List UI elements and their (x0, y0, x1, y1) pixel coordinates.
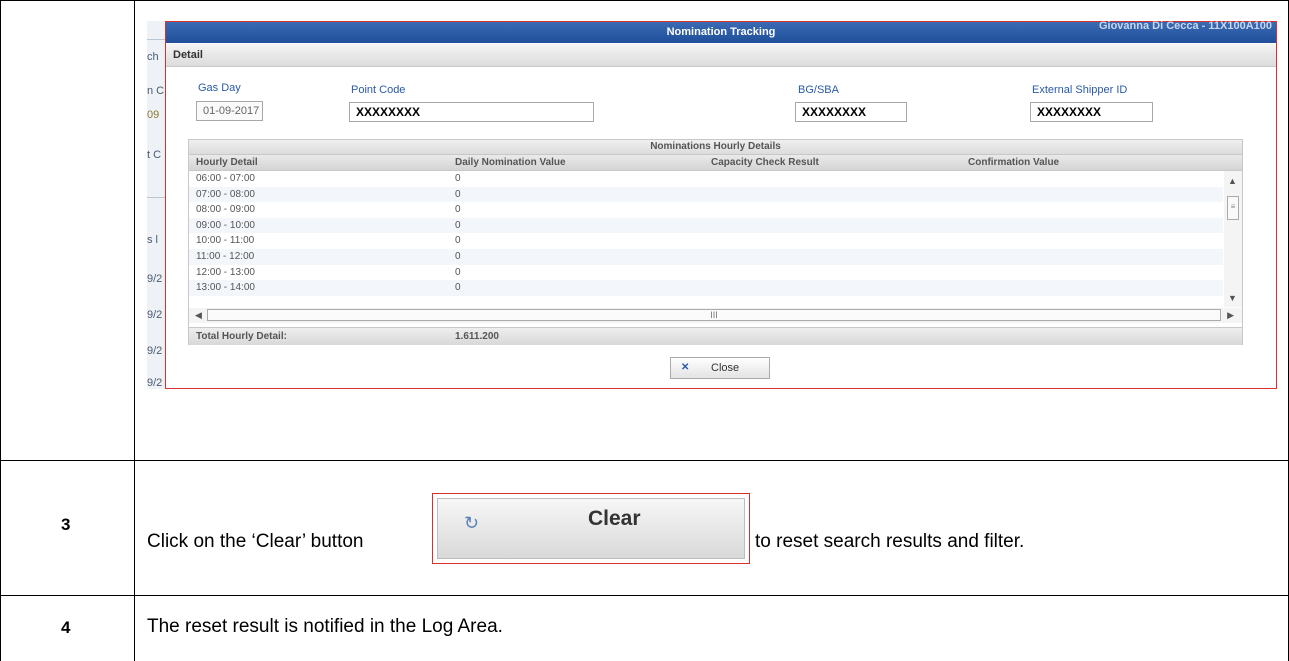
current-user: Giovanna Di Cecca - 11X100A100 (1098, 20, 1272, 32)
clear-button-label: Clear (588, 507, 641, 530)
vertical-scrollbar[interactable]: ▲ ≡ ▼ (1224, 171, 1242, 307)
column-header-hourly-detail[interactable]: Hourly Detail (196, 155, 258, 170)
table-row[interactable]: 08:00 - 09:00 0 (189, 202, 1223, 218)
table-divider-column (134, 0, 135, 661)
cell-nomination: 0 (455, 266, 461, 278)
cell-hour: 11:00 - 12:00 (196, 251, 255, 262)
cell-nomination: 0 (455, 235, 461, 247)
bg-sba-label: BG/SBA (798, 84, 839, 96)
gas-day-label: Gas Day (198, 82, 241, 94)
cell-nomination: 0 (455, 219, 461, 231)
table-row[interactable]: 07:00 - 08:00 0 (189, 186, 1223, 203)
total-value: 1.611.200 (455, 331, 499, 342)
column-header-capacity-check[interactable]: Capacity Check Result (711, 155, 819, 170)
step-number: 3 (61, 515, 71, 534)
scroll-up-icon[interactable]: ▲ (1228, 176, 1237, 186)
step-3-text-after: to reset search results and filter. (755, 531, 1025, 552)
nomination-tracking-dialog: Nomination Tracking Giovanna Di Cecca - … (165, 20, 1277, 389)
bg-sba-field[interactable]: XXXXXXXX (795, 102, 907, 122)
table-border-left (0, 0, 1, 661)
cell-nomination: 0 (455, 282, 461, 294)
table-row-divider (0, 595, 1289, 596)
table-row[interactable]: 11:00 - 12:00 0 (189, 249, 1223, 265)
grid-header-row: Hourly Detail Daily Nomination Value Cap… (189, 154, 1242, 171)
cell-hour: 13:00 - 14:00 (196, 282, 255, 294)
clear-button[interactable]: ↻ Clear (437, 498, 745, 559)
step-4-text: The reset result is notified in the Log … (147, 616, 503, 637)
table-border-top (0, 0, 1289, 1)
table-row[interactable]: 12:00 - 13:00 0 (189, 265, 1223, 281)
point-code-field[interactable]: XXXXXXXX (349, 102, 594, 122)
scroll-right-icon[interactable]: ▶ (1227, 308, 1234, 323)
grid-total-row: Total Hourly Detail: 1.611.200 (189, 327, 1242, 345)
step-3-text-before: Click on the ‘Clear’ button (147, 531, 364, 552)
step-number: 4 (61, 618, 71, 637)
close-button[interactable]: ✕ Close (670, 357, 770, 379)
table-row-divider (0, 460, 1289, 461)
clear-button-illustration: ↻ Clear (432, 493, 750, 564)
close-icon: ✕ (681, 362, 690, 373)
gas-day-field[interactable]: 01-09-2017 (196, 101, 263, 121)
cell-nomination: 0 (455, 251, 461, 262)
cell-hour: 08:00 - 09:00 (196, 204, 255, 216)
cell-hour: 10:00 - 11:00 (196, 235, 255, 247)
vertical-scroll-thumb[interactable]: ≡ (1227, 196, 1239, 220)
cell-nomination: 0 (455, 188, 461, 200)
refresh-icon: ↻ (464, 513, 480, 533)
cell-nomination: 0 (455, 173, 461, 184)
scroll-left-icon[interactable]: ◀ (195, 308, 202, 323)
cell-hour: 09:00 - 10:00 (196, 219, 255, 231)
scroll-down-icon[interactable]: ▼ (1228, 293, 1237, 303)
table-row[interactable]: 10:00 - 11:00 0 (189, 233, 1223, 249)
nominations-hourly-grid: Nominations Hourly Details Hourly Detail… (188, 139, 1243, 345)
grid-body: 06:00 - 07:00 0 07:00 - 08:00 0 08:00 - … (189, 171, 1223, 301)
point-code-label: Point Code (351, 84, 406, 96)
column-header-confirmation[interactable]: Confirmation Value (968, 155, 1059, 170)
cell-nomination: 0 (455, 204, 461, 216)
column-header-daily-nomination[interactable]: Daily Nomination Value (455, 155, 566, 170)
close-button-label: Close (711, 362, 740, 374)
cell-hour: 12:00 - 13:00 (196, 266, 255, 278)
horizontal-scroll-thumb[interactable]: III (207, 309, 1221, 321)
dialog-title: Nomination Tracking (666, 26, 776, 38)
external-shipper-label: External Shipper ID (1032, 84, 1128, 96)
horizontal-scrollbar[interactable]: ◀ III ▶ (189, 308, 1242, 323)
table-row[interactable]: 09:00 - 10:00 0 (189, 217, 1223, 234)
dialog-title-bar: Nomination Tracking Giovanna Di Cecca - … (166, 20, 1276, 43)
grid-caption: Nominations Hourly Details (189, 140, 1242, 154)
external-shipper-field[interactable]: XXXXXXXX (1030, 102, 1153, 122)
table-row[interactable]: 13:00 - 14:00 0 (189, 280, 1223, 296)
cell-hour: 06:00 - 07:00 (196, 173, 255, 184)
detail-section-header: Detail (166, 44, 1276, 67)
cell-hour: 07:00 - 08:00 (196, 188, 255, 200)
total-label: Total Hourly Detail: (196, 331, 287, 342)
table-row[interactable]: 06:00 - 07:00 0 (189, 171, 1223, 187)
